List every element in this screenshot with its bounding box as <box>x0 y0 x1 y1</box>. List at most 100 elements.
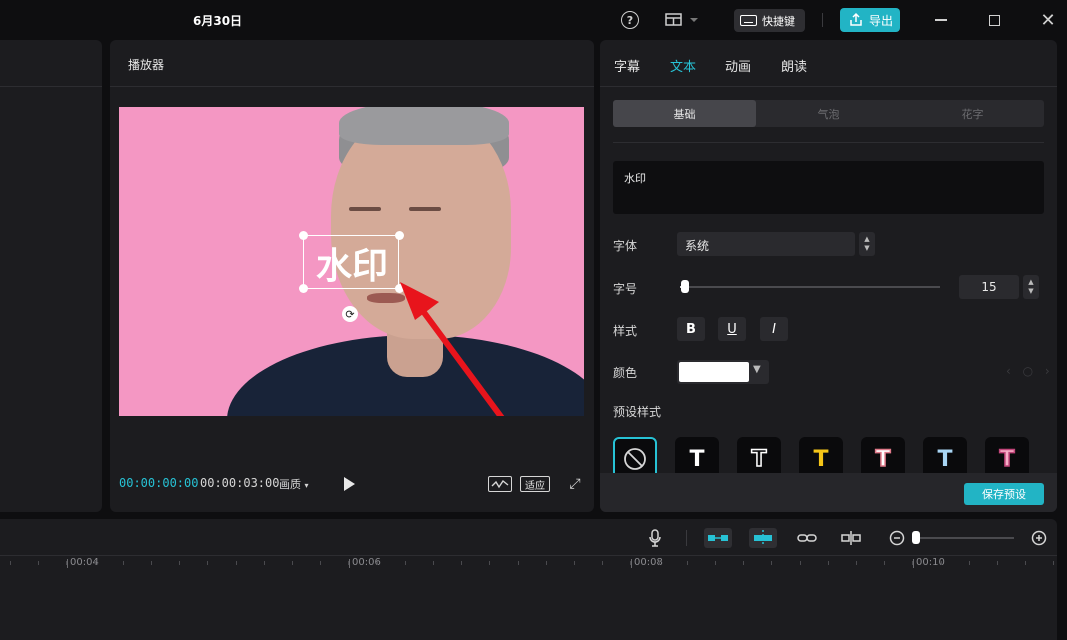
ruler-minor-tick <box>686 561 688 565</box>
italic-button[interactable]: I <box>760 317 788 341</box>
divider <box>600 86 1057 87</box>
size-stepper[interactable]: ▲ ▼ <box>1023 275 1039 299</box>
minimize-icon[interactable] <box>933 12 949 28</box>
subtab-bar: 基础 气泡 花字 <box>613 100 1044 127</box>
ruler-minor-tick <box>517 561 519 565</box>
zoom-out-icon[interactable] <box>889 528 905 548</box>
preset-white[interactable]: T <box>675 437 719 473</box>
split-preview-icon[interactable] <box>840 528 862 548</box>
ruler-minor-tick <box>574 561 575 565</box>
tab-animation[interactable]: 动画 <box>725 56 751 75</box>
player-title: 播放器 <box>128 58 165 72</box>
divider <box>686 530 687 546</box>
help-icon[interactable]: ? <box>621 11 639 29</box>
chevron-down-icon: ▼ <box>864 244 870 252</box>
font-stepper[interactable]: ▲ ▼ <box>859 232 875 256</box>
quality-dropdown[interactable]: 画质 ▾ <box>279 476 309 492</box>
preset-none[interactable] <box>613 437 657 473</box>
tab-read-aloud[interactable]: 朗读 <box>781 56 807 75</box>
red-arrow-annotation <box>400 282 505 416</box>
chevron-up-icon: ▲ <box>864 235 870 243</box>
divider <box>110 86 594 87</box>
waveform-icon[interactable] <box>488 476 512 492</box>
zoom-slider[interactable] <box>914 537 1014 539</box>
font-select[interactable]: 系统 <box>677 232 855 256</box>
media-panel <box>0 40 102 512</box>
ruler-minor-tick <box>968 561 970 565</box>
subtab-basic[interactable]: 基础 <box>613 100 756 127</box>
size-slider[interactable] <box>680 286 940 288</box>
main-track-magnet-icon[interactable] <box>704 528 732 548</box>
preset-light-blue[interactable]: T <box>923 437 967 473</box>
ruler-minor-tick <box>263 561 265 565</box>
link-icon[interactable] <box>796 528 818 548</box>
timeline-panel: 00:04 00:06 00:08 00:10 <box>0 519 1057 640</box>
preset-pink-outline[interactable]: T <box>861 437 905 473</box>
ruler-minor-tick <box>940 561 942 565</box>
upload-icon <box>850 12 862 26</box>
zoom-in-icon[interactable] <box>1031 528 1047 548</box>
tab-subtitles[interactable]: 字幕 <box>614 56 640 75</box>
shortcut-button[interactable]: 快捷键 <box>734 9 805 32</box>
total-timecode: 00:00:03:00 <box>200 476 280 490</box>
ruler-minor-tick <box>376 561 378 565</box>
color-picker[interactable]: ▼ <box>677 360 769 384</box>
ruler-minor-tick <box>1025 561 1027 565</box>
play-icon[interactable] <box>344 477 355 491</box>
layout-icon[interactable] <box>664 10 702 30</box>
ruler-minor-tick <box>545 561 547 565</box>
microphone-icon[interactable] <box>648 528 662 548</box>
current-timecode: 00:00:00:00 <box>119 476 199 490</box>
fullscreen-icon[interactable]: ⤢ <box>567 476 583 492</box>
color-swatch <box>679 362 749 382</box>
fit-button[interactable]: 适应 <box>520 476 550 492</box>
ruler-minor-tick <box>151 561 152 565</box>
ruler-minor-tick <box>715 561 716 565</box>
ruler-minor-tick <box>630 561 632 565</box>
text-content-input[interactable]: 水印 <box>613 161 1044 214</box>
ruler-minor-tick <box>122 561 124 565</box>
subtab-fancy-text[interactable]: 花字 <box>901 100 1044 127</box>
video-preview[interactable]: 水印 ⟳ <box>119 107 584 416</box>
preset-label: 预设样式 <box>613 405 662 419</box>
size-input[interactable]: 15 <box>959 275 1019 299</box>
ruler-minor-tick <box>658 561 660 565</box>
bold-button[interactable]: B <box>677 317 705 341</box>
ruler-minor-tick <box>235 561 237 565</box>
maximize-icon[interactable] <box>986 12 1002 28</box>
tab-text[interactable]: 文本 <box>670 56 696 75</box>
player-panel: 播放器 水印 ⟳ 00:00:00:00 00:00:03:00 画质 ▾ 适应… <box>110 40 594 512</box>
ruler-minor-tick <box>207 561 209 565</box>
ruler-minor-tick <box>10 561 11 565</box>
ruler-minor-tick <box>66 561 68 565</box>
auto-snap-icon[interactable] <box>749 528 777 548</box>
style-label: 样式 <box>613 324 638 338</box>
save-preset-button[interactable]: 保存预设 <box>964 483 1044 505</box>
title-bar: 6月30日 ? 快捷键 导出 ✕ <box>0 0 1067 40</box>
close-icon[interactable]: ✕ <box>1040 10 1056 31</box>
underline-button[interactable]: U <box>718 317 746 341</box>
export-button[interactable]: 导出 <box>840 8 900 32</box>
subtab-bubble[interactable]: 气泡 <box>757 100 900 127</box>
divider <box>0 86 102 87</box>
preset-yellow[interactable]: T <box>799 437 843 473</box>
ruler-minor-tick <box>1053 561 1055 565</box>
app-window: 6月30日 ? 快捷键 导出 ✕ 播放器 水印 ⟳ 00:00:00:00 00… <box>0 0 1067 640</box>
timeline-toolbar <box>0 519 1057 556</box>
font-label: 字体 <box>613 239 638 253</box>
ruler-minor-tick <box>348 561 350 565</box>
preset-outline-white[interactable]: T <box>737 437 781 473</box>
ruler-minor-tick <box>997 561 998 565</box>
ruler-minor-tick <box>404 561 406 565</box>
inspector-panel: 字幕 文本 动画 朗读 基础 气泡 花字 水印 字体 系统 ▲ ▼ 字号 15 ▲… <box>600 40 1057 512</box>
size-label: 字号 <box>613 282 638 296</box>
zoom-slider-handle[interactable] <box>912 531 920 544</box>
quality-label: 画质 <box>279 478 301 491</box>
preset-pink[interactable]: T <box>985 437 1029 473</box>
chevron-down-icon: ▾ <box>304 481 309 490</box>
keyboard-icon <box>740 15 757 26</box>
preset-style-list: T T T T T T <box>613 437 1044 473</box>
ruler-minor-tick <box>799 561 801 565</box>
size-slider-handle[interactable] <box>681 280 689 293</box>
ruler-minor-tick <box>38 561 40 565</box>
